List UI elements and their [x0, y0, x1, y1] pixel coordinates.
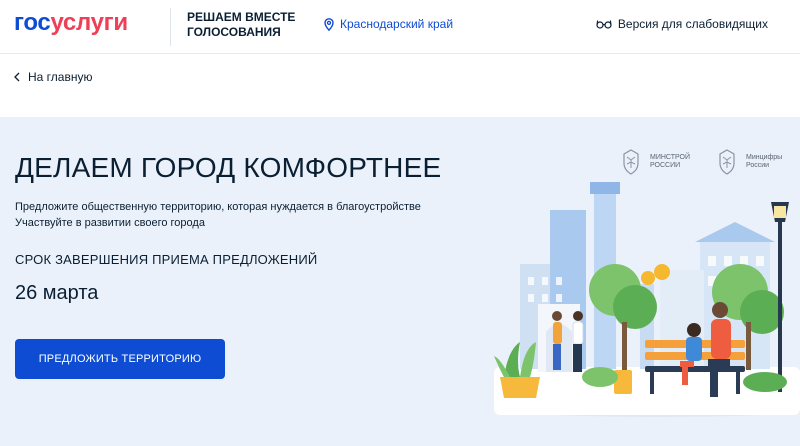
chevron-left-icon [14, 72, 20, 82]
mintsifry-line1: Минцифры [746, 154, 783, 161]
logo-part-uslugi: услуги [50, 9, 128, 36]
minstroy-line1: МИНСТРОЙ [650, 154, 691, 161]
mintsifry-line2: России [746, 162, 770, 169]
page-title: ДЕЛАЕМ ГОРОД КОМФОРТНЕЕ [15, 152, 442, 183]
deadline-label: СРОК ЗАВЕРШЕНИЯ ПРИЕМА ПРЕДЛОЖЕНИЙ [15, 252, 318, 267]
accessibility-toggle[interactable]: Версия для слабовидящих [596, 17, 768, 31]
project-name[interactable]: РЕШАЕМ ВМЕСТЕ ГОЛОСОВАНИЯ [187, 10, 295, 40]
breadcrumb-label: На главную [28, 70, 93, 84]
region-label: Краснодарский край [340, 17, 454, 31]
project-name-line2: ГОЛОСОВАНИЯ [187, 25, 281, 39]
minstroy-line2: РОССИИ [650, 162, 681, 169]
propose-territory-button[interactable]: ПРЕДЛОЖИТЬ ТЕРРИТОРИЮ [15, 339, 225, 379]
glasses-icon [596, 20, 612, 29]
hero-description: Предложите общественную территорию, кото… [15, 199, 421, 231]
hero-description-line1: Предложите общественную территорию, кото… [15, 201, 421, 213]
deadline-date: 26 марта [15, 282, 99, 304]
hero-description-line2: Участвуйте в развитии своего города [15, 217, 205, 229]
header-divider [170, 8, 171, 46]
region-selector[interactable]: Краснодарский край [324, 17, 453, 31]
city-park-illustration [494, 182, 800, 417]
accessibility-label: Версия для слабовидящих [617, 17, 768, 31]
project-name-line1: РЕШАЕМ ВМЕСТЕ [187, 10, 296, 24]
breadcrumb-back-link[interactable]: На главную [14, 70, 92, 84]
location-pin-icon [324, 17, 334, 31]
top-header: госуслуги РЕШАЕМ ВМЕСТЕ ГОЛОСОВАНИЯ Крас… [0, 0, 800, 54]
logo-part-gos: гос [14, 9, 51, 36]
gosuslugi-logo[interactable]: госуслуги [14, 9, 128, 37]
